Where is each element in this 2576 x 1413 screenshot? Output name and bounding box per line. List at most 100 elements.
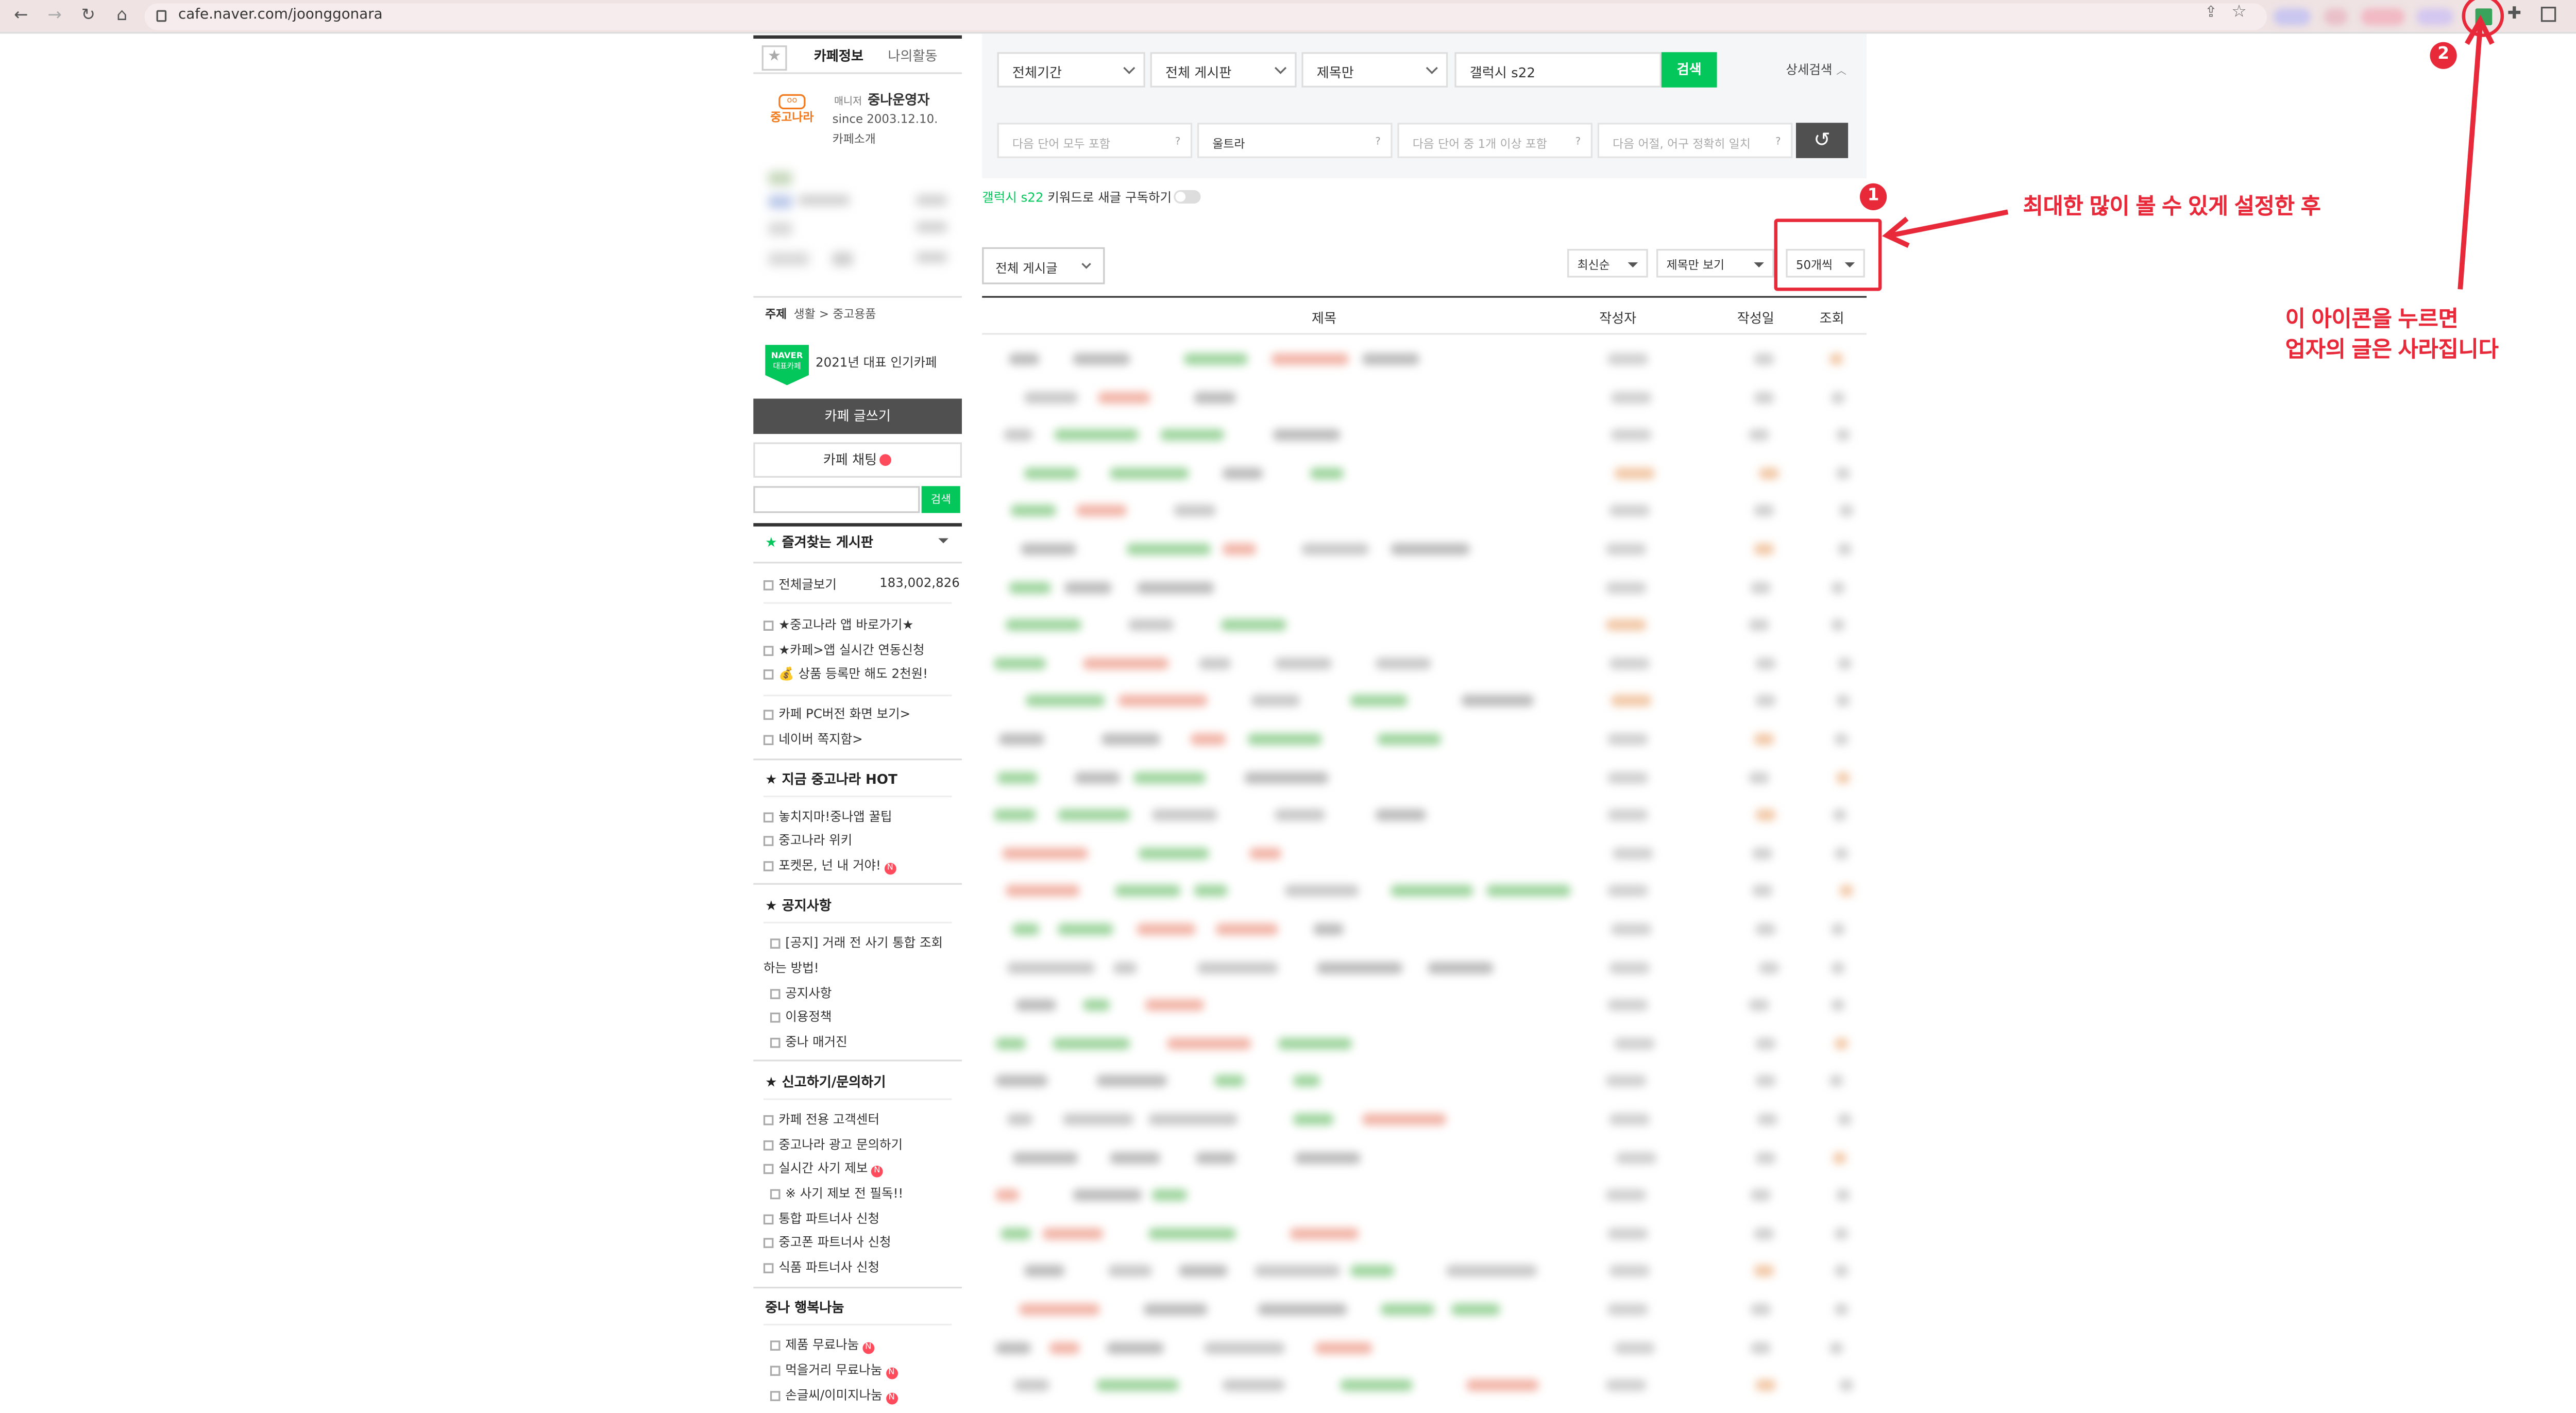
blurred-post-title[interactable]	[1132, 771, 1207, 783]
blurred-post-title[interactable]	[1083, 657, 1168, 669]
sidebar-item[interactable]: 먹을거리 무료나눔 N	[770, 1361, 897, 1380]
blurred-post-title[interactable]	[1272, 429, 1340, 441]
blurred-post-title[interactable]	[1058, 923, 1114, 935]
blurred-post-title[interactable]	[1291, 1227, 1359, 1239]
blurred-post-title[interactable]	[1004, 429, 1033, 441]
blurred-post-title[interactable]	[1452, 1303, 1500, 1316]
blurred-post-title[interactable]	[1005, 885, 1079, 897]
blurred-post-title[interactable]	[1057, 809, 1130, 821]
blurred-post-title[interactable]	[1007, 1113, 1032, 1125]
sort-select[interactable]: 최신순	[1567, 249, 1648, 278]
blurred-post-title[interactable]	[1148, 1227, 1236, 1239]
blurred-post-title[interactable]	[1102, 733, 1160, 745]
blurred-post-title[interactable]	[1126, 543, 1211, 556]
blurred-post-title[interactable]	[1021, 543, 1077, 556]
blurred-post-title[interactable]	[1196, 1151, 1236, 1164]
sidebar-item[interactable]: 카페 전용 고객센터	[763, 1110, 879, 1129]
blurred-post-title[interactable]	[995, 1189, 1020, 1202]
blurred-post-title[interactable]	[995, 1075, 1048, 1087]
bookmark-star-icon[interactable]: ☆	[2231, 4, 2246, 22]
blurred-post-title[interactable]	[1025, 695, 1105, 708]
reset-icon[interactable]: ↺	[1795, 123, 1849, 158]
search-query-input[interactable]: 갤럭시 s22	[1454, 52, 1662, 88]
reload-icon[interactable]: ↻	[77, 5, 99, 27]
sidebar-item[interactable]: 하는 방법!	[764, 958, 819, 977]
favorite-star-icon[interactable]: ★	[761, 45, 787, 71]
blurred-post-title[interactable]	[1077, 505, 1127, 517]
sidebar-item[interactable]: ★카페>앱 실시간 연동신청	[763, 641, 924, 660]
blurred-post-title[interactable]	[1136, 923, 1195, 935]
board-select[interactable]: 전체 게시판	[1150, 52, 1297, 88]
blurred-post-title[interactable]	[1377, 733, 1441, 745]
blurred-post-title[interactable]	[998, 733, 1044, 745]
search-button[interactable]: 검색	[1661, 52, 1717, 88]
sidebar-item[interactable]: 이용정책	[770, 1007, 832, 1026]
blurred-post-title[interactable]	[1222, 1380, 1284, 1391]
blurred-post-title[interactable]	[1074, 771, 1120, 783]
blurred-post-title[interactable]	[1257, 1303, 1348, 1316]
blurred-post-title[interactable]	[1003, 847, 1089, 860]
blurred-post-title[interactable]	[1193, 391, 1236, 403]
extensions-puzzle-icon[interactable]: ✚	[2507, 5, 2521, 24]
sidebar-item[interactable]: 중나 매거진	[770, 1033, 848, 1051]
blurred-post-title[interactable]	[1025, 391, 1078, 403]
blurred-post-title[interactable]	[1314, 1341, 1372, 1354]
blurred-post-title[interactable]	[1108, 1265, 1151, 1277]
blurred-post-title[interactable]	[1138, 847, 1210, 860]
sidebar-item[interactable]: 네이버 쪽지함>	[763, 730, 863, 749]
advanced-search-toggle[interactable]: 상세검색 ︿	[1786, 61, 1846, 79]
subscribe-toggle[interactable]	[1174, 190, 1201, 204]
blurred-post-title[interactable]	[1350, 695, 1408, 708]
blurred-post-title[interactable]	[1096, 1380, 1179, 1391]
blurred-extension-icon[interactable]	[2324, 8, 2348, 25]
help-icon[interactable]: ?	[1775, 136, 1781, 148]
blurred-post-title[interactable]	[1220, 619, 1287, 631]
sidebar-search-input[interactable]	[753, 486, 920, 513]
blurred-post-title[interactable]	[1024, 1265, 1064, 1277]
blurred-post-title[interactable]	[995, 1341, 1031, 1354]
blurred-post-title[interactable]	[1006, 619, 1081, 631]
blurred-post-title[interactable]	[1008, 581, 1052, 593]
blurred-post-title[interactable]	[1106, 1341, 1164, 1354]
blurred-post-title[interactable]	[1215, 923, 1279, 935]
blurred-post-title[interactable]	[1222, 467, 1263, 479]
blurred-post-title[interactable]	[1244, 771, 1329, 783]
help-icon[interactable]: ?	[1175, 136, 1180, 148]
favorites-header[interactable]: ★ 즐겨찾는 게시판	[765, 533, 873, 552]
blurred-post-title[interactable]	[997, 771, 1038, 783]
blurred-post-title[interactable]	[1184, 353, 1248, 365]
blurred-post-title[interactable]	[996, 1037, 1027, 1050]
help-icon[interactable]: ?	[1575, 136, 1581, 148]
blurred-post-title[interactable]	[1042, 1227, 1104, 1239]
write-post-button[interactable]: 카페 글쓰기	[753, 398, 962, 434]
sidebar-item[interactable]: 실시간 사기 제보 N	[763, 1159, 883, 1178]
blurred-post-title[interactable]	[1145, 999, 1205, 1012]
blurred-post-title[interactable]	[1310, 467, 1343, 479]
sidebar-item[interactable]: 제품 무료나눔 N	[770, 1336, 874, 1354]
tab-cafe-info[interactable]: 카페정보	[814, 47, 863, 65]
blurred-post-title[interactable]	[1064, 581, 1112, 593]
blurred-post-title[interactable]	[1160, 429, 1224, 441]
blurred-post-title[interactable]	[1024, 467, 1077, 479]
sidebar-item[interactable]: ※ 사기 제보 전 필독!!	[770, 1184, 903, 1203]
help-icon[interactable]: ?	[1375, 136, 1380, 148]
sidebar-item[interactable]: 공지사항	[770, 984, 832, 1002]
blurred-post-title[interactable]	[1250, 695, 1301, 708]
blurred-post-title[interactable]	[1178, 1265, 1228, 1277]
blurred-post-title[interactable]	[1113, 961, 1138, 973]
blurred-post-title[interactable]	[1249, 847, 1282, 860]
filter-exclude-input[interactable]: 울트라?	[1197, 123, 1393, 158]
blurred-post-title[interactable]	[1197, 961, 1278, 973]
tab-my-activity[interactable]: 나의활동	[888, 47, 937, 65]
blurred-post-title[interactable]	[1013, 1380, 1050, 1391]
sidebar-item[interactable]: 놓치지마!중나앱 꿀팁	[763, 808, 892, 826]
blurred-post-title[interactable]	[1128, 619, 1174, 631]
blurred-post-title[interactable]	[1010, 505, 1056, 517]
blurred-post-title[interactable]	[1295, 1151, 1361, 1164]
cafe-intro-link[interactable]: 카페소개	[833, 131, 876, 148]
sidebar-item-all-posts[interactable]: 전체글보기	[763, 575, 837, 594]
blurred-post-title[interactable]	[1294, 1113, 1333, 1125]
filter-all-words-input[interactable]: 다음 단어 모두 포함?	[997, 123, 1193, 158]
blurred-post-title[interactable]	[1466, 1380, 1538, 1391]
blurred-post-title[interactable]	[1115, 885, 1180, 897]
